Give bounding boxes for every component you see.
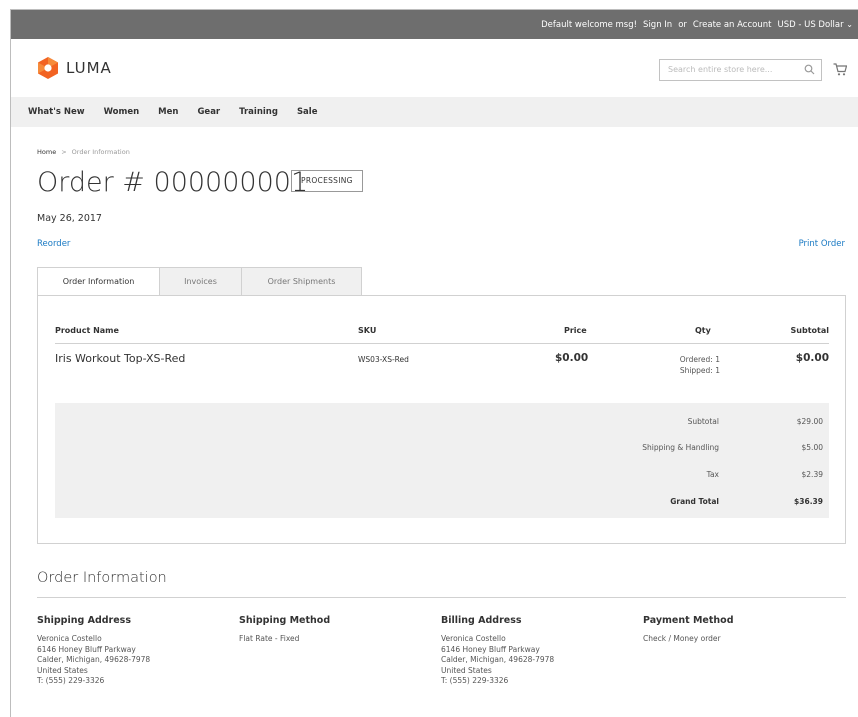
nav-item-women[interactable]: Women xyxy=(104,107,140,117)
nav-item-sale[interactable]: Sale xyxy=(297,107,318,117)
luma-logo-icon xyxy=(38,57,58,79)
nav-item-training[interactable]: Training xyxy=(239,107,278,117)
logo[interactable]: LUMA xyxy=(37,56,112,80)
reorder-link[interactable]: Reorder xyxy=(37,239,70,249)
payment-method-block: Payment Method Check / Money order xyxy=(643,615,843,645)
totals-row-tax: Tax $2.39 xyxy=(55,470,829,484)
page-title: Order # 000000001 xyxy=(37,167,309,198)
print-order-link[interactable]: Print Order xyxy=(799,239,845,249)
top-bar: Default welcome msg! Sign In or Create a… xyxy=(11,10,858,39)
billing-address-block: Billing Address Veronica Costello 6146 H… xyxy=(441,615,641,687)
totals-value: $5.00 xyxy=(801,443,823,452)
breadcrumb-current: Order Information xyxy=(71,148,130,156)
search-placeholder: Search entire store here... xyxy=(668,65,773,74)
order-tabs: Order Information Invoices Order Shipmen… xyxy=(37,267,362,296)
top-links: Default welcome msg! Sign In or Create a… xyxy=(541,10,853,39)
totals-row-grand-total: Grand Total $36.39 xyxy=(55,497,829,511)
col-sku: SKU xyxy=(358,326,377,335)
table-row: Iris Workout Top-XS-Red WS03-XS-Red $0.0… xyxy=(55,352,829,392)
totals-row-shipping: Shipping & Handling $5.00 xyxy=(55,443,829,457)
product-sku: WS03-XS-Red xyxy=(358,355,409,364)
currency-switcher[interactable]: USD - US Dollar ⌄ xyxy=(777,20,853,30)
status-badge: PROCESSING xyxy=(291,170,363,192)
totals-value: $36.39 xyxy=(794,497,823,506)
col-product-name: Product Name xyxy=(55,326,119,335)
address-line: 6146 Honey Bluff Parkway xyxy=(37,644,136,654)
or-text: or xyxy=(678,19,687,30)
totals-label: Tax xyxy=(706,470,719,479)
qty-shipped: Shipped: 1 xyxy=(679,366,720,375)
order-items-panel: Product Name SKU Price Qty Subtotal Iris… xyxy=(37,295,846,544)
address-line: United States xyxy=(441,665,492,675)
product-subtotal: $0.00 xyxy=(795,352,829,364)
breadcrumb-home[interactable]: Home xyxy=(37,148,56,156)
chevron-down-icon: ⌄ xyxy=(846,19,853,29)
shipping-address-heading: Shipping Address xyxy=(37,615,131,626)
shipping-method-heading: Shipping Method xyxy=(239,615,331,626)
totals-label: Shipping & Handling xyxy=(642,443,719,452)
nav-item-gear[interactable]: Gear xyxy=(197,107,220,117)
address-phone: T: (555) 229-3326 xyxy=(37,676,105,685)
shipping-method-block: Shipping Method Flat Rate - Fixed xyxy=(239,615,439,645)
address-line: Veronica Costello xyxy=(37,634,102,643)
order-totals: Subtotal $29.00 Shipping & Handling $5.0… xyxy=(55,403,829,518)
table-header: Product Name SKU Price Qty Subtotal xyxy=(55,322,829,344)
totals-label: Grand Total xyxy=(670,497,719,506)
breadcrumb: Home > Order Information xyxy=(37,148,130,156)
address-line: 6146 Honey Bluff Parkway xyxy=(441,644,540,654)
nav-item-men[interactable]: Men xyxy=(158,107,178,117)
order-date: May 26, 2017 xyxy=(37,213,102,224)
totals-value: $29.00 xyxy=(796,417,823,426)
billing-address-heading: Billing Address xyxy=(441,615,522,626)
col-qty: Qty xyxy=(695,326,711,335)
shipping-method-value: Flat Rate - Fixed xyxy=(239,634,300,643)
product-name: Iris Workout Top-XS-Red xyxy=(55,352,186,365)
header: LUMA Search entire store here... xyxy=(11,39,858,97)
logo-text: LUMA xyxy=(66,59,112,77)
section-divider xyxy=(37,597,846,598)
col-price: Price xyxy=(564,326,587,335)
order-information-title: Order Information xyxy=(37,570,167,586)
address-line: Calder, Michigan, 49628-7978 xyxy=(37,655,151,664)
address-line: Veronica Costello xyxy=(441,634,506,643)
address-phone: T: (555) 229-3326 xyxy=(441,676,509,685)
address-line: United States xyxy=(37,665,88,675)
payment-method-value: Check / Money order xyxy=(643,634,721,643)
main-navigation: What's New Women Men Gear Training Sale xyxy=(11,97,858,127)
payment-method-heading: Payment Method xyxy=(643,615,734,626)
tab-order-shipments[interactable]: Order Shipments xyxy=(241,267,362,296)
cart-icon[interactable] xyxy=(833,63,847,76)
sign-in-link[interactable]: Sign In xyxy=(643,20,672,30)
totals-row-subtotal: Subtotal $29.00 xyxy=(55,417,829,431)
currency-label: USD - US Dollar xyxy=(777,19,844,30)
browser-frame: Default welcome msg! Sign In or Create a… xyxy=(10,9,858,717)
shipping-address-block: Shipping Address Veronica Costello 6146 … xyxy=(37,615,237,687)
product-qty: Ordered: 1 Shipped: 1 xyxy=(680,354,720,376)
search-input[interactable]: Search entire store here... xyxy=(659,59,822,81)
tab-invoices[interactable]: Invoices xyxy=(159,267,241,296)
create-account-link[interactable]: Create an Account xyxy=(693,20,772,30)
tab-order-information[interactable]: Order Information xyxy=(37,267,159,296)
totals-value: $2.39 xyxy=(801,470,823,479)
product-price: $0.00 xyxy=(555,352,589,364)
col-subtotal: Subtotal xyxy=(790,326,829,335)
totals-label: Subtotal xyxy=(687,417,719,426)
search-icon[interactable] xyxy=(804,64,815,75)
nav-item-whats-new[interactable]: What's New xyxy=(28,107,85,117)
qty-ordered: Ordered: 1 xyxy=(679,355,720,364)
welcome-message: Default welcome msg! xyxy=(541,19,638,30)
address-line: Calder, Michigan, 49628-7978 xyxy=(441,655,555,664)
breadcrumb-separator: > xyxy=(61,148,67,156)
